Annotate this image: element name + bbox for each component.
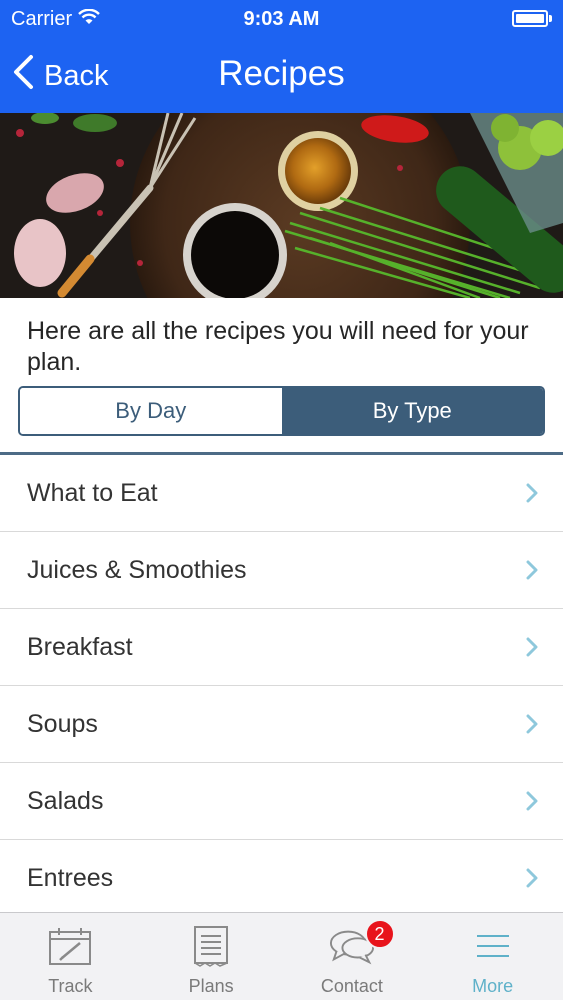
tab-label: More <box>472 976 514 996</box>
list-item-entrees[interactable]: Entrees <box>0 840 563 917</box>
intro-text: Here are all the recipes you will need f… <box>27 317 529 376</box>
calendar-icon <box>47 923 93 969</box>
chevron-right-icon <box>526 714 538 734</box>
chevron-right-icon <box>526 791 538 811</box>
hero-food-image <box>0 113 563 298</box>
chevron-right-icon <box>526 483 538 503</box>
list-item-juices-smoothies[interactable]: Juices & Smoothies <box>0 532 563 609</box>
hamburger-menu-icon <box>470 923 516 969</box>
tab-contact[interactable]: 2 Contact <box>282 913 423 1000</box>
chevron-right-icon <box>526 560 538 580</box>
back-button[interactable]: Back <box>12 54 109 98</box>
tab-label: Plans <box>188 976 234 996</box>
tab-plans[interactable]: Plans <box>141 913 282 1000</box>
list-item-label: Juices & Smoothies <box>27 555 247 584</box>
battery-icon <box>512 10 552 27</box>
chevron-right-icon <box>526 637 538 657</box>
tab-more[interactable]: More <box>422 913 563 1000</box>
chevron-right-icon <box>526 868 538 888</box>
tab-bar: Track Plans 2 Contact More <box>0 912 563 1000</box>
list-item-label: Salads <box>27 786 104 815</box>
notification-badge: 2 <box>364 919 395 949</box>
navigation-bar: Carrier 9:03 AM Back Recipes <box>0 0 563 113</box>
tab-label: Track <box>48 976 93 996</box>
back-label: Back <box>44 59 109 92</box>
list-item-label: Soups <box>27 709 98 738</box>
list-item-what-to-eat[interactable]: What to Eat <box>0 455 563 532</box>
list-item-salads[interactable]: Salads <box>0 763 563 840</box>
segment-by-day[interactable]: By Day <box>20 388 282 434</box>
recipe-category-list: What to Eat Juices & Smoothies Breakfast… <box>0 455 563 917</box>
tab-label: Contact <box>320 976 383 996</box>
notepad-icon <box>188 923 234 969</box>
list-item-label: What to Eat <box>27 478 158 507</box>
list-item-label: Entrees <box>27 863 114 892</box>
list-item-label: Breakfast <box>27 632 133 661</box>
tab-track[interactable]: Track <box>0 913 141 1000</box>
status-time: 9:03 AM <box>243 8 320 30</box>
segment-by-type[interactable]: By Type <box>281 388 543 434</box>
list-item-breakfast[interactable]: Breakfast <box>0 609 563 686</box>
chevron-left-icon <box>12 54 34 98</box>
view-toggle: By Day By Type <box>18 386 545 436</box>
list-item-soups[interactable]: Soups <box>0 686 563 763</box>
